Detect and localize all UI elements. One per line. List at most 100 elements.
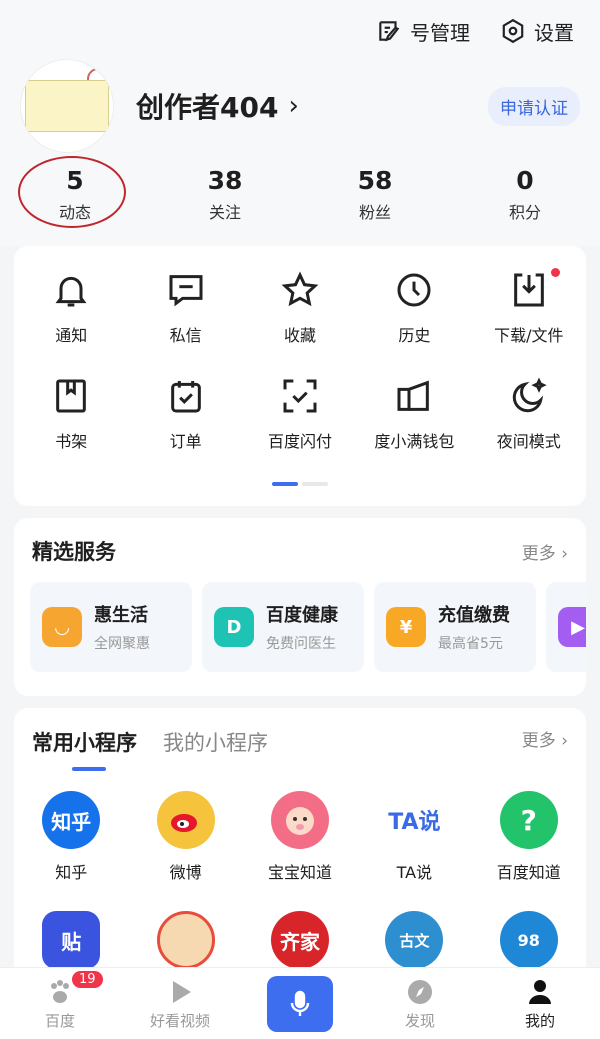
username-link[interactable]: 创作者404 › [136, 86, 299, 126]
tool-label: 通知 [55, 326, 88, 345]
app-label: 宝宝知道 [267, 863, 332, 882]
app-baby-know[interactable]: 宝宝知道 [243, 791, 357, 911]
tool-downloads[interactable]: 下载/文件 [472, 264, 586, 370]
tool-label: 订单 [169, 432, 202, 451]
download-icon [513, 273, 544, 307]
app-label: 知乎 [55, 863, 88, 882]
tool-label: 书架 [55, 432, 88, 451]
app-label: TA说 [396, 863, 433, 882]
tool-baidu-pay[interactable]: 百度闪付 [243, 370, 357, 476]
stat-value: 38 [207, 166, 243, 195]
user-icon [529, 979, 551, 1004]
service-title: 充值缴费 [438, 605, 510, 626]
apply-verification-button[interactable]: 申请认证 [488, 86, 580, 126]
bookshelf-icon [56, 379, 87, 413]
account-manage-button[interactable]: 号管理 [376, 17, 470, 46]
tool-notifications[interactable]: 通知 [14, 264, 128, 370]
baby-icon [270, 791, 329, 849]
bell-icon [55, 276, 87, 307]
app-ta-say[interactable]: TA说 TA说 [357, 791, 471, 911]
services-card: 精选服务 更多 › ◡ 惠生活 全网聚惠 D 百度健康 免费问医生 ¥ 充值缴费… [14, 518, 586, 696]
yen-icon: ¥ [386, 607, 426, 647]
page-indicator [14, 476, 586, 506]
wallet-icon [397, 380, 430, 411]
settings-button[interactable]: 设置 [500, 17, 574, 46]
avatar[interactable] [20, 59, 114, 153]
stat-value: 58 [357, 166, 393, 195]
service-title: 百度健康 [266, 605, 338, 626]
tab-baidu[interactable]: 19 百度 [0, 970, 120, 1031]
tab-mine[interactable]: 我的 [480, 977, 600, 1031]
tool-night-mode[interactable]: 夜间模式 [472, 370, 586, 476]
voice-button[interactable] [267, 975, 333, 1032]
stat-label: 积分 [508, 203, 541, 222]
username: 创作者404 [136, 91, 279, 124]
scan-pay-icon [283, 379, 317, 413]
tab-label: 发现 [404, 1011, 435, 1030]
page-dot [302, 482, 328, 486]
video-icon: ▶ [558, 607, 586, 647]
red-circle-annotation [18, 156, 126, 228]
tab-haokan-video[interactable]: 好看视频 [120, 977, 240, 1031]
stats-row: 5 动态 38 关注 58 粉丝 0 积分 [0, 150, 600, 246]
tab-label: 百度 [44, 1011, 75, 1030]
qijia-icon: 齐家 [270, 911, 329, 969]
tool-label: 私信 [169, 326, 202, 345]
app-weibo[interactable]: 微博 [128, 791, 242, 911]
tool-favorites[interactable]: 收藏 [243, 264, 357, 370]
tools-card: 通知 私信 收藏 历史 下载/文件 书架 订单 百度闪付 度小满钱包 夜间模式 [14, 246, 586, 506]
tab-label: 好看视频 [149, 1011, 210, 1030]
tool-label: 夜间模式 [496, 432, 561, 451]
app-label: 微博 [169, 863, 202, 882]
tool-orders[interactable]: 订单 [128, 370, 242, 476]
tab-common-miniprograms[interactable]: 常用小程序 [32, 727, 137, 771]
tool-wallet[interactable]: 度小满钱包 [357, 370, 471, 476]
stat-points[interactable]: 0 积分 [450, 160, 600, 246]
app-label: 百度知道 [496, 863, 561, 882]
tool-label: 百度闪付 [267, 432, 332, 451]
miniprograms-card: 常用小程序 我的小程序 更多 › 知乎 知乎 微博 宝宝知道 TA说 TA说 ?… [14, 708, 586, 998]
message-icon [169, 275, 203, 307]
tab-voice-search[interactable] [240, 975, 360, 1032]
question-icon: ? [499, 791, 558, 849]
notification-dot [551, 268, 560, 277]
service-subtitle: 最高省5元 [438, 636, 503, 652]
ta-say-icon: TA说 [385, 791, 444, 849]
more-label: 更多 [521, 731, 556, 751]
tool-history[interactable]: 历史 [357, 264, 471, 370]
service-subtitle: 全网聚惠 [94, 636, 150, 652]
settings-label: 设置 [534, 20, 574, 45]
top-bar: 号管理 设置 [0, 0, 600, 62]
service-item-partial[interactable]: ▶ [546, 582, 586, 672]
service-title: 惠生活 [94, 605, 148, 626]
app-zhihu[interactable]: 知乎 知乎 [14, 791, 128, 911]
stat-label: 关注 [208, 203, 241, 222]
stat-label: 粉丝 [358, 203, 391, 222]
more-link[interactable]: 更多 › [522, 726, 568, 771]
tool-bookshelf[interactable]: 书架 [14, 370, 128, 476]
clock-icon [397, 273, 431, 307]
app-baidu-know[interactable]: ? 百度知道 [472, 791, 586, 911]
service-item[interactable]: D 百度健康 免费问医生 [202, 582, 364, 672]
stat-following[interactable]: 38 关注 [150, 160, 300, 246]
unread-badge: 19 [72, 970, 103, 988]
service-subtitle: 免费问医生 [266, 636, 336, 652]
pizza-icon [156, 911, 215, 969]
service-item[interactable]: ◡ 惠生活 全网聚惠 [30, 582, 192, 672]
tool-messages[interactable]: 私信 [128, 264, 242, 370]
service-item[interactable]: ¥ 充值缴费 最高省5元 [374, 582, 536, 672]
moon-icon [512, 377, 547, 413]
tab-discover[interactable]: 发现 [360, 977, 480, 1031]
compass-icon [408, 979, 432, 1004]
star-icon [281, 271, 319, 307]
more-link[interactable]: 更多 › [522, 539, 568, 564]
order-icon [170, 381, 201, 413]
stat-posts[interactable]: 5 动态 [0, 156, 150, 246]
tab-my-miniprograms[interactable]: 我的小程序 [163, 727, 268, 771]
zhihu-icon: 知乎 [42, 791, 101, 849]
tool-label: 下载/文件 [494, 326, 564, 345]
coupon-icon: ◡ [42, 607, 82, 647]
stat-followers[interactable]: 58 粉丝 [300, 160, 450, 246]
paw-icon [51, 979, 69, 1003]
section-title: 精选服务 [32, 540, 116, 564]
